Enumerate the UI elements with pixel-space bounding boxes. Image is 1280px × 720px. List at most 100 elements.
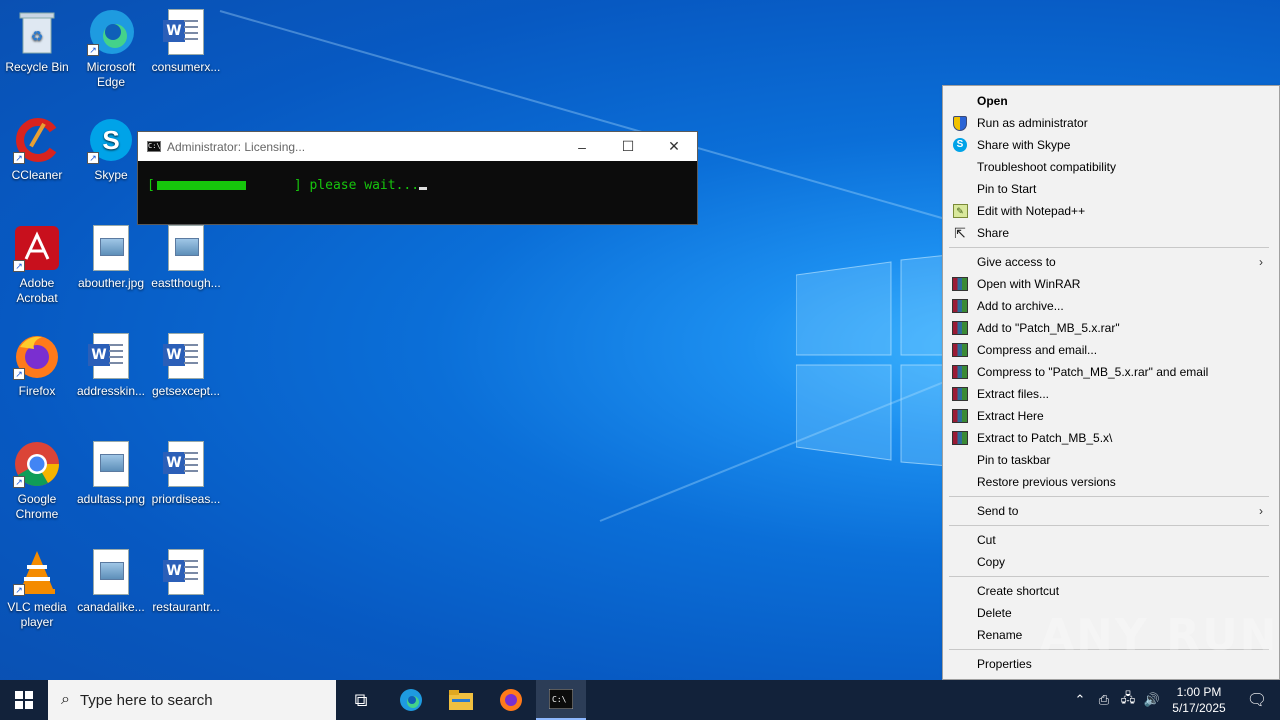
device-icon[interactable]: ⎙ [1092, 692, 1116, 708]
menu-item-label: Extract to Patch_MB_5.x\ [977, 431, 1113, 445]
winrar-icon [952, 299, 968, 313]
taskbar-file-explorer-button[interactable] [436, 680, 486, 720]
menu-item-extract-here[interactable]: Extract Here [943, 405, 1279, 427]
volume-icon[interactable]: 🔊 [1140, 692, 1164, 708]
word-document-icon: W [87, 332, 135, 380]
desktop-icon-priordiseas[interactable]: W priordiseas... [149, 440, 223, 507]
taskbar-cmd-button[interactable]: C:\ [536, 680, 586, 720]
menu-item-add-to-rar[interactable]: Add to "Patch_MB_5.x.rar" [943, 317, 1279, 339]
menu-item-give-access-to[interactable]: Give access to › [943, 251, 1279, 273]
console-window[interactable]: C:\ Administrator: Licensing... – ☐ ✕ []… [137, 131, 698, 225]
start-button[interactable] [0, 680, 48, 720]
shield-icon [953, 115, 967, 131]
menu-item-open[interactable]: Open [943, 90, 1279, 112]
icon-label: priordiseas... [151, 492, 221, 506]
menu-item-pin-to-start[interactable]: Pin to Start [943, 178, 1279, 200]
desktop-icon-adobe-acrobat[interactable]: ↗ Adobe Acrobat [0, 224, 74, 306]
chrome-icon: ↗ [13, 440, 61, 488]
menu-item-cut[interactable]: Cut [943, 529, 1279, 551]
icon-label: Microsoft Edge [86, 60, 136, 89]
taskbar-edge-button[interactable] [386, 680, 436, 720]
desktop-icon-google-chrome[interactable]: ↗ Google Chrome [0, 440, 74, 522]
menu-item-troubleshoot-compatibility[interactable]: Troubleshoot compatibility [943, 156, 1279, 178]
close-button[interactable]: ✕ [651, 132, 697, 161]
notepad-plus-plus-icon: ✎ [952, 204, 968, 218]
share-icon: ⇱ [954, 224, 966, 241]
firefox-icon: ↗ [13, 332, 61, 380]
desktop-icon-canadalike[interactable]: canadalike... [74, 548, 148, 615]
taskbar-firefox-button[interactable] [486, 680, 536, 720]
chevron-up-icon[interactable]: ⌃ [1068, 692, 1092, 708]
maximize-button[interactable]: ☐ [605, 132, 651, 161]
desktop-icon-abouther[interactable]: abouther.jpg [74, 224, 148, 291]
menu-item-run-as-administrator[interactable]: Run as administrator [943, 112, 1279, 134]
skype-icon: S [953, 138, 967, 152]
desktop-icon-eastthough[interactable]: eastthough... [149, 224, 223, 291]
word-document-icon: W [162, 440, 210, 488]
word-document-icon: W [162, 332, 210, 380]
menu-item-copy[interactable]: Copy [943, 551, 1279, 573]
firefox-icon [500, 689, 522, 711]
anyrun-watermark: ANY RUN [1040, 610, 1279, 661]
desktop-icon-restaurantr[interactable]: W restaurantr... [149, 548, 223, 615]
desktop-icon-recycle-bin[interactable]: ♻ Recycle Bin [0, 8, 74, 75]
task-view-button[interactable]: ⧉ [336, 680, 386, 720]
winrar-icon [952, 431, 968, 445]
edge-icon [400, 689, 422, 711]
menu-item-restore-previous-versions[interactable]: Restore previous versions [943, 471, 1279, 493]
taskbar-search-box[interactable]: ⌕ Type here to search [48, 680, 336, 720]
icon-label: abouther.jpg [77, 276, 145, 290]
icon-label: eastthough... [151, 276, 221, 290]
menu-item-label: Extract Here [977, 409, 1044, 423]
menu-item-open-with-winrar[interactable]: Open with WinRAR [943, 273, 1279, 295]
menu-item-label: Troubleshoot compatibility [977, 160, 1116, 174]
desktop-icon-getsexcept[interactable]: W getsexcept... [149, 332, 223, 399]
menu-item-share[interactable]: ⇱ Share [943, 222, 1279, 244]
desktop-icon-consumerx[interactable]: W consumerx... [149, 8, 223, 75]
winrar-icon [952, 321, 968, 335]
menu-item-pin-to-taskbar[interactable]: Pin to taskbar [943, 449, 1279, 471]
context-menu[interactable]: Open Run as administrator S Share with Sk… [942, 85, 1280, 680]
menu-item-label: Extract files... [977, 387, 1050, 401]
menu-item-compress-and-email[interactable]: Compress and email... [943, 339, 1279, 361]
notification-icon[interactable]: 🗨 [1234, 690, 1280, 710]
menu-item-extract-files[interactable]: Extract files... [943, 383, 1279, 405]
ccleaner-icon: ↗ [13, 116, 61, 164]
menu-item-create-shortcut[interactable]: Create shortcut [943, 580, 1279, 602]
menu-item-label: Run as administrator [977, 116, 1088, 130]
icon-label: canadalike... [77, 600, 145, 614]
icon-label: CCleaner [11, 168, 63, 182]
desktop-icon-addresskin[interactable]: W addresskin... [74, 332, 148, 399]
menu-item-share-with-skype[interactable]: S Share with Skype [943, 134, 1279, 156]
console-title-bar[interactable]: C:\ Administrator: Licensing... – ☐ ✕ [138, 132, 697, 161]
menu-item-add-to-archive[interactable]: Add to archive... [943, 295, 1279, 317]
console-output: [] please wait... [138, 161, 697, 193]
desktop-icon-adultass[interactable]: adultass.png [74, 440, 148, 507]
image-file-icon [87, 440, 135, 488]
menu-item-compress-to-rar-and-email[interactable]: Compress to "Patch_MB_5.x.rar" and email [943, 361, 1279, 383]
windows-start-icon [15, 691, 33, 709]
desktop-icon-edge[interactable]: ↗ Microsoft Edge [74, 8, 148, 90]
edge-icon: ↗ [87, 8, 135, 56]
network-icon[interactable]: 🖧 [1116, 689, 1140, 711]
icon-label: restaurantr... [152, 600, 220, 614]
menu-item-label: Add to archive... [977, 299, 1064, 313]
menu-separator [949, 525, 1269, 526]
console-progress-bar [156, 181, 246, 190]
menu-item-label: Create shortcut [977, 584, 1060, 598]
menu-item-label: Send to [977, 504, 1019, 518]
desktop-icon-firefox[interactable]: ↗ Firefox [0, 332, 74, 399]
minimize-button[interactable]: – [559, 132, 605, 161]
progress-open-bracket: [ [147, 178, 155, 193]
desktop-icon-ccleaner[interactable]: ↗ CCleaner [0, 116, 74, 183]
svg-text:S: S [102, 125, 119, 155]
menu-item-send-to[interactable]: Send to › [943, 500, 1279, 522]
clock[interactable]: 1:00 PM 5/17/2025 [1164, 684, 1234, 716]
chevron-right-icon: › [1259, 504, 1263, 518]
winrar-icon [952, 365, 968, 379]
menu-item-extract-to-folder[interactable]: Extract to Patch_MB_5.x\ [943, 427, 1279, 449]
menu-item-label: Pin to taskbar [977, 453, 1051, 467]
menu-item-edit-with-notepad-plus-plus[interactable]: ✎ Edit with Notepad++ [943, 200, 1279, 222]
desktop-icon-vlc[interactable]: ↗ VLC media player [0, 548, 74, 630]
icon-label: Adobe Acrobat [16, 276, 58, 305]
